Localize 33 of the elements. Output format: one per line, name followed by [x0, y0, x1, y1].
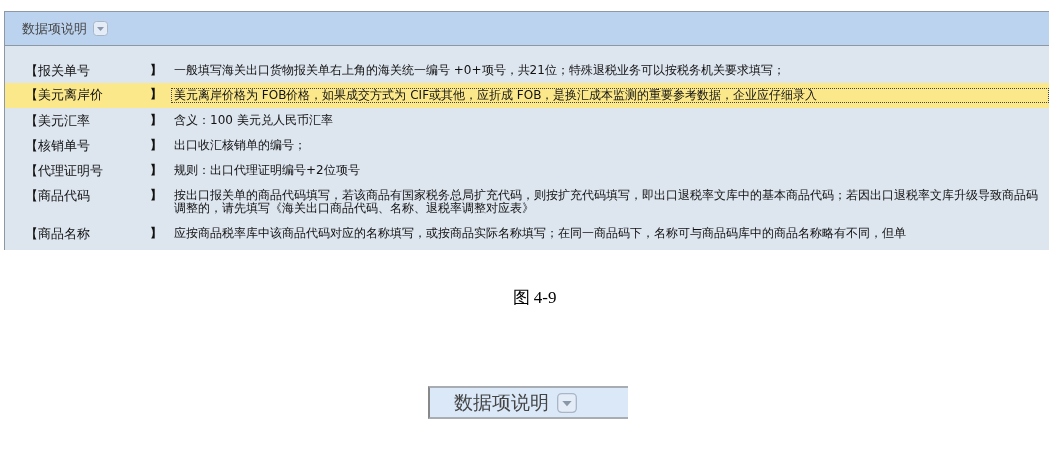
field-label: 【报关单号	[24, 64, 91, 77]
field-label: 【美元离岸价	[24, 88, 104, 101]
list-row[interactable]: 【代理证明号 】 规则：出口代理证明编号+2位项号	[5, 158, 1049, 183]
figure-caption: 图 4-9	[511, 287, 558, 309]
field-description: 美元离岸价格为 FOB价格，如果成交方式为 CIF或其他，应折成 FOB，是换汇成本监测的重要参考数据，企业应仔细录入	[171, 88, 1049, 103]
bracket-mark: 】	[150, 227, 163, 240]
panel-title: 数据项说明	[22, 19, 87, 38]
field-description: 规则：出口代理证明编号+2位项号	[174, 164, 361, 177]
field-description: 含义：100 美元兑人民币汇率	[174, 114, 334, 127]
field-label: 【核销单号	[24, 139, 91, 152]
field-label: 【美元汇率	[24, 114, 91, 127]
panel-title: 数据项说明	[454, 389, 549, 415]
field-label: 【商品名称	[24, 227, 91, 240]
field-description: 按出口报关单的商品代码填写，若该商品有国家税务总局扩充代码，则按扩充代码填写，即出口退税率文库中的基本商品代码；若因出口退税率文库升级导致商品码调整的，请先填写《海关出口商品代码、名称、退税率调整对应表》	[174, 189, 1039, 215]
bracket-mark: 】	[150, 139, 163, 152]
list-row[interactable]: 【美元汇率 】 含义：100 美元兑人民币汇率	[5, 108, 1049, 133]
bracket-mark: 】	[150, 164, 163, 177]
bracket-mark: 】	[150, 189, 163, 202]
field-description: 一般填写海关出口货物报关单右上角的海关统一编号 +0+项号，共21位；特殊退税业务可以按税务机关要求填写；	[174, 64, 786, 77]
field-description: 应按商品税率库中该商品代码对应的名称填写，或按商品实际名称填写；在同一商品码下，名称可与商品码库中的商品名称略有不同，但单	[174, 227, 907, 240]
list-row[interactable]: 【报关单号 】 一般填写海关出口货物报关单右上角的海关统一编号 +0+项号，共21位；特殊退税业务可以按税务机关要求填写；	[5, 58, 1049, 83]
list-row[interactable]: 【核销单号 】 出口收汇核销单的编号；	[5, 133, 1049, 158]
list-row[interactable]: 【美元离岸价 】 美元离岸价格为 FOB价格，如果成交方式为 CIF或其他，应折成 FOB，是换汇成本监测的重要参考数据，企业应仔细录入	[5, 83, 1049, 108]
bracket-mark: 】	[150, 88, 163, 101]
field-label: 【代理证明号	[24, 164, 104, 177]
dropdown-icon[interactable]	[93, 21, 108, 36]
dropdown-icon[interactable]	[557, 392, 577, 413]
list-row[interactable]: 【商品名称 】 应按商品税率库中该商品代码对应的名称填写，或按商品实际名称填写；在同一商品码下，名称可与商品码库中的商品名称略有不同，但单	[5, 221, 1049, 246]
list-row[interactable]: 【商品代码 】 按出口报关单的商品代码填写，若该商品有国家税务总局扩充代码，则按扩充代码填写，即出口退税率文库中的基本商品代码；若因出口退税率文库升级导致商品码调整的，请先填写《海关出口商品代码、名称、退税率调整对应表》	[5, 183, 1049, 221]
bracket-mark: 】	[150, 114, 163, 127]
field-description: 出口收汇核销单的编号；	[174, 139, 307, 152]
bracket-mark: 】	[150, 64, 163, 77]
field-label: 【商品代码	[24, 189, 91, 202]
